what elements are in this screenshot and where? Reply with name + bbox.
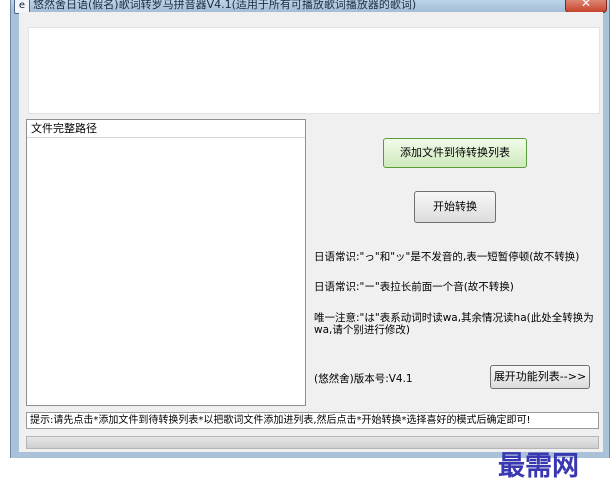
version-label: (悠然舍)版本号:V4.1	[314, 373, 413, 385]
add-files-button[interactable]: 添加文件到待转换列表	[383, 138, 527, 168]
cropped-text-strip	[0, 481, 610, 493]
file-path-column-header[interactable]: 文件完整路径	[27, 120, 305, 138]
tip-long-vowel: 日语常识:"ー"表拉长前面一个音(故不转换)	[314, 281, 514, 293]
window-title: 悠然舍日语(假名)歌词转罗马拼音器V4.1(适用于所有可播放歌词播放器的歌词)	[33, 0, 417, 11]
tip-sokuon: 日语常识:"っ"和"ッ"是不发音的,表一短暂停顿(故不转换)	[314, 251, 580, 263]
expand-features-button[interactable]: 展开功能列表-->>	[490, 365, 590, 389]
file-list[interactable]: 文件完整路径	[26, 119, 306, 406]
title-bar[interactable]: e 悠然舍日语(假名)歌词转罗马拼音器V4.1(适用于所有可播放歌词播放器的歌词…	[11, 0, 609, 14]
lyrics-preview-area[interactable]	[28, 27, 600, 114]
hint-status-bar: 提示:请先点击*添加文件到待转换列表*以把歌词文件添加进列表,然后点击*开始转换…	[26, 412, 599, 429]
watermark-logo: 最需网	[498, 451, 579, 482]
tip-ha-particle: 唯一注意:"は"表系动词时读wa,其余情况读ha(此处全转换为wa,请个别进行修…	[314, 312, 594, 336]
client-area: 文件完整路径 添加文件到待转换列表 开始转换 日语常识:"っ"和"ッ"是不发音的…	[19, 12, 603, 452]
start-convert-button[interactable]: 开始转换	[414, 191, 496, 223]
app-window: e 悠然舍日语(假名)歌词转罗马拼音器V4.1(适用于所有可播放歌词播放器的歌词…	[10, 0, 610, 458]
